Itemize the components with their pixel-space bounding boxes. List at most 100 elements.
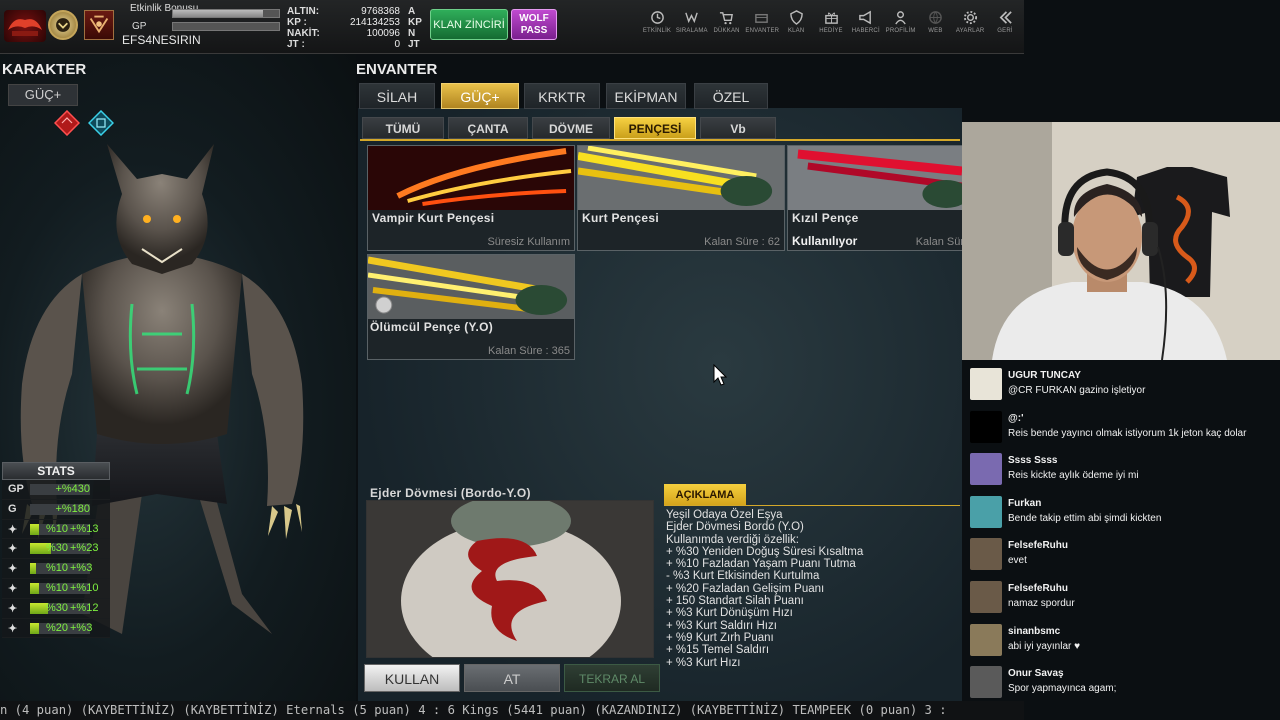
use-button[interactable]: KULLAN: [364, 664, 460, 692]
subtab-4[interactable]: Vb: [700, 117, 776, 139]
globe-icon: [919, 8, 951, 26]
rebuy-button[interactable]: TEKRAR AL: [564, 664, 660, 692]
claw-stat-icon: ✦: [8, 602, 18, 615]
item-name: Kurt Pençesi: [582, 211, 659, 225]
stat-bonus: +%10: [70, 581, 99, 594]
dragon-tattoo-icon: [367, 501, 653, 657]
chat-username: Onur Savaş: [1008, 668, 1064, 680]
nav-label: HEDİYE: [819, 28, 843, 34]
player-name: EFS4NESIRIN: [122, 33, 201, 47]
chat-text: namaz spordur: [1008, 598, 1075, 609]
tab-3[interactable]: EKİPMAN: [606, 83, 686, 109]
inventory-panel: ENVANTER SİLAH GÜÇ+ KRKTR EKİPMAN ÖZEL TÜMÜ Ç…: [356, 54, 963, 720]
ticker-text: n (4 puan) (KAYBETTİNİZ) (KAYBETTİNİZ) E…: [0, 703, 947, 717]
item-vampir-kurt-pencesi[interactable]: Vampir Kurt Pençesi Süresiz Kullanım: [367, 145, 575, 251]
clan-emblem-icon[interactable]: [84, 10, 114, 40]
subtab-2[interactable]: DÖVME: [532, 117, 610, 139]
chat-text: @CR FURKAN gazino işletiyor: [1008, 385, 1146, 396]
description-line: + %9 Kurt Zırh Puanı: [666, 631, 774, 644]
rank-medal-icon[interactable]: [48, 10, 78, 40]
nav-label: ETKİNLİK: [642, 28, 672, 34]
avatar: [970, 623, 1002, 656]
currency-unit: JT: [408, 39, 420, 50]
nav-label: SIRALAMA: [675, 28, 708, 34]
nav-profi̇li̇m[interactable]: PROFİLİM: [885, 8, 917, 34]
selected-item-image: [366, 500, 654, 658]
chat-username: Furkan: [1008, 497, 1042, 509]
gp-label: GP: [132, 21, 147, 32]
character-power-tab[interactable]: GÜÇ+: [8, 84, 78, 106]
tab-2[interactable]: KRKTR: [524, 83, 600, 109]
nav-haberci̇[interactable]: HABERCİ: [850, 8, 882, 34]
red-claw-icon: [788, 146, 962, 210]
red-gem-icon[interactable]: [54, 110, 80, 136]
item-duration: Kalan Süre : 365: [488, 345, 570, 357]
description-line: + %3 Kurt Saldırı Hızı: [666, 619, 777, 632]
stat-bonus: +%23: [70, 542, 99, 555]
subtab-0[interactable]: TÜMÜ: [362, 117, 444, 139]
currency-label: JT :: [287, 39, 305, 50]
stat-row: ✦ %10 +%10: [2, 578, 110, 599]
nav-klan[interactable]: KLAN: [780, 8, 812, 34]
nav-label: WEB: [928, 28, 943, 34]
item-duration: Süresiz Kullanım: [487, 236, 570, 248]
tab-1[interactable]: GÜÇ+: [441, 83, 519, 109]
currency-unit: A: [408, 6, 416, 17]
chat-username: FelsefeRuhu: [1008, 540, 1069, 552]
currency-label: ALTIN:: [287, 6, 320, 17]
chat-message: FelsefeRuhu evet: [968, 534, 1278, 571]
shield-icon: [780, 8, 812, 26]
nav-hedi̇ye[interactable]: HEDİYE: [815, 8, 847, 34]
nav-dükkan[interactable]: DÜKKAN: [711, 8, 743, 34]
nav-ayarlar[interactable]: AYARLAR: [954, 8, 986, 34]
item-duration: Kalan Süre : 62: [704, 236, 780, 248]
nav-envanter[interactable]: ENVANTER: [745, 8, 779, 34]
nav-label: GERİ: [997, 28, 1013, 34]
nav-geri̇[interactable]: GERİ: [989, 8, 1021, 34]
nav-label: AYARLAR: [955, 28, 985, 34]
currency-value: 0: [394, 39, 400, 50]
drop-button[interactable]: AT: [464, 664, 560, 692]
character-title: KARAKTER: [2, 61, 87, 78]
item-name: Vampir Kurt Pençesi: [372, 211, 495, 225]
chat-username: Ssss Ssss: [1008, 455, 1058, 467]
chat-text: Bende takip ettim abi şimdi kickten: [1008, 512, 1162, 524]
nav-label: PROFİLİM: [885, 28, 916, 34]
gear-icon: [954, 8, 986, 26]
item-olumcul-pence[interactable]: Ölümcül Pençe (Y.O) Kalan Süre : 365: [367, 254, 575, 360]
person-icon: [885, 8, 917, 26]
item-name: Ölümcül Pençe (Y.O): [370, 320, 494, 334]
clock-icon: [641, 8, 673, 26]
item-name: Kızıl Pençe: [792, 211, 859, 225]
nav-web[interactable]: WEB: [919, 8, 951, 34]
subtab-3[interactable]: PENÇESİ: [614, 117, 696, 139]
avatar: [970, 538, 1002, 571]
wolf-pass-button[interactable]: WOLF PASS: [511, 9, 557, 40]
item-kurt-pencesi[interactable]: Kurt Pençesi Kalan Süre : 62: [577, 145, 785, 251]
chat-username: sinanbsmc: [1008, 625, 1061, 637]
stat-value: %20: [45, 621, 68, 634]
item-kizil-pence[interactable]: Kızıl Pençe Kullanılıyor Kalan Sür: [787, 145, 963, 251]
tab-4[interactable]: ÖZEL: [694, 83, 768, 109]
clan-chain-button[interactable]: KLAN ZİNCİRİ: [430, 9, 508, 40]
nav-siralama[interactable]: SIRALAMA: [676, 8, 708, 34]
description-line: Ejder Dövmesi Bordo (Y.O): [666, 521, 804, 534]
chat-message: Onur Savaş Spor yapmayınca agam;: [968, 662, 1278, 699]
currency-value: 214134253: [349, 17, 400, 28]
tab-0[interactable]: SİLAH: [359, 83, 435, 109]
rank-icon: [676, 8, 708, 26]
inventory-title: ENVANTER: [356, 61, 438, 78]
chat-username: @:': [1008, 412, 1024, 424]
blue-gem-icon[interactable]: [88, 110, 114, 136]
speed-icon: ✦: [8, 622, 18, 635]
description-line: + %3 Kurt Hızı: [666, 656, 741, 669]
description-line: Kullanımda verdiği özellik:: [666, 533, 799, 546]
stat-value: %10: [45, 562, 68, 575]
chat-text: Spor yapmayınca agam;: [1008, 683, 1117, 695]
description-line: + %15 Temel Saldırı: [666, 644, 770, 657]
chat-text: evet: [1008, 555, 1027, 567]
avatar: [970, 453, 1002, 486]
subtab-1[interactable]: ÇANTA: [448, 117, 528, 139]
nav-etki̇nli̇k[interactable]: ETKİNLİK: [641, 8, 673, 34]
stat-row: ✦ %20 +%3: [2, 618, 110, 639]
